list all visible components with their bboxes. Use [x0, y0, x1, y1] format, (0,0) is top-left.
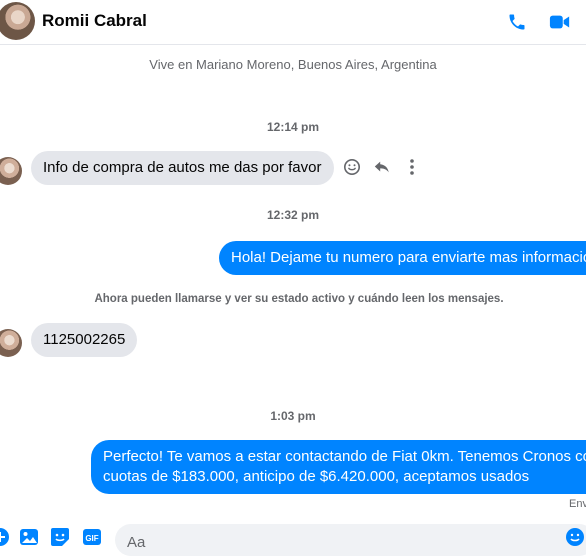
sender-avatar	[0, 157, 22, 185]
gif-icon[interactable]: GIF	[82, 527, 102, 547]
message-bubble-outgoing[interactable]: Hola! Dejame tu numero para enviarte mas…	[219, 241, 586, 275]
timestamp: 12:32 pm	[266, 208, 320, 222]
contact-name[interactable]: Romii Cabral	[42, 11, 147, 31]
react-emoji-icon[interactable]	[342, 157, 362, 177]
svg-text:GIF: GIF	[85, 534, 98, 543]
video-icon[interactable]	[547, 9, 573, 35]
message-bubble-outgoing[interactable]: Perfecto! Te vamos a estar contactando d…	[91, 440, 586, 494]
image-icon[interactable]	[19, 527, 39, 547]
message-actions	[342, 157, 422, 177]
message-bubble-incoming[interactable]: 1125002265	[31, 323, 138, 357]
sent-status: Env	[569, 498, 586, 510]
phone-icon[interactable]	[504, 9, 530, 35]
sender-avatar	[0, 329, 22, 357]
plus-circle-icon[interactable]	[0, 527, 10, 547]
sticker-icon[interactable]	[50, 527, 70, 547]
chat-header: Romii Cabral	[0, 0, 586, 45]
more-options-icon[interactable]	[402, 157, 422, 177]
message-bubble-incoming[interactable]: Info de compra de autos me das por favor	[31, 151, 334, 185]
message-line: cuotas de $183.000, anticipo de $6.420.0…	[103, 468, 530, 485]
privacy-notice: Ahora pueden llamarse y ver su estado ac…	[94, 293, 504, 305]
timestamp: 12:14 pm	[266, 120, 320, 134]
message-line: Perfecto! Te vamos a estar contactando d…	[103, 448, 586, 465]
reply-icon[interactable]	[372, 157, 392, 177]
message-input[interactable]	[125, 533, 549, 552]
emoji-icon[interactable]	[565, 527, 585, 547]
contact-location: Vive en Mariano Moreno, Buenos Aires, Ar…	[149, 57, 437, 72]
message-input-box[interactable]	[115, 524, 586, 556]
timestamp: 1:03 pm	[270, 409, 316, 423]
contact-avatar[interactable]	[0, 2, 35, 40]
composer: GIF	[0, 520, 586, 556]
